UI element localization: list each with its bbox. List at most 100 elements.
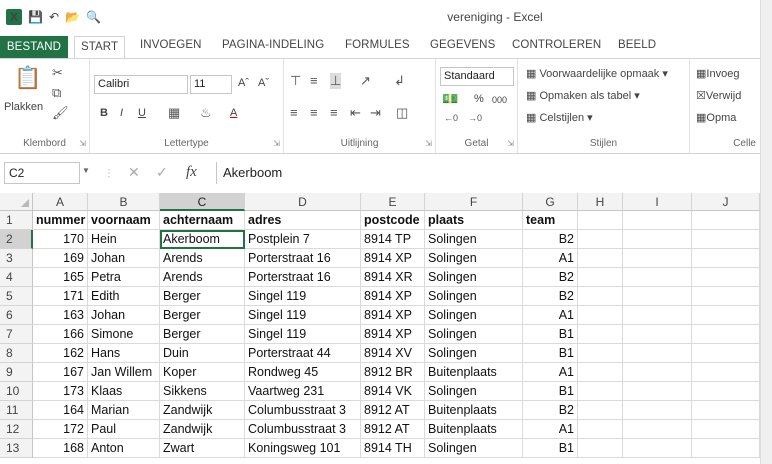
table-cell[interactable]: Arends <box>160 268 245 287</box>
table-cell[interactable]: Columbusstraat 3 <box>245 401 361 420</box>
row-header[interactable]: 11 <box>0 401 33 420</box>
merge-center-icon[interactable]: ◫ <box>396 105 408 121</box>
table-cell[interactable]: Porterstraat 16 <box>245 249 361 268</box>
grow-font-button[interactable]: Aˆ <box>238 77 249 89</box>
table-header-cell[interactable]: voornaam <box>88 211 160 230</box>
paste-button[interactable]: Plakken <box>4 101 43 113</box>
table-header-cell[interactable]: nummer <box>33 211 88 230</box>
table-cell[interactable]: Klaas <box>88 382 160 401</box>
table-cell[interactable]: Porterstraat 44 <box>245 344 361 363</box>
table-cell[interactable]: 8914 XP <box>361 249 425 268</box>
vertical-scrollbar[interactable] <box>760 0 772 464</box>
table-cell[interactable]: Koper <box>160 363 245 382</box>
table-cell[interactable]: Sikkens <box>160 382 245 401</box>
row-header[interactable]: 2 <box>0 230 33 249</box>
row-header[interactable]: 10 <box>0 382 33 401</box>
table-cell[interactable] <box>623 420 692 439</box>
table-cell[interactable]: Zandwijk <box>160 401 245 420</box>
table-cell[interactable]: Solingen <box>425 325 523 344</box>
font-size-select[interactable]: 11 <box>190 75 232 94</box>
table-cell[interactable] <box>692 268 760 287</box>
cancel-icon[interactable]: ✕ <box>128 164 140 181</box>
table-cell[interactable]: 162 <box>33 344 88 363</box>
table-cell[interactable] <box>623 401 692 420</box>
table-cell[interactable]: Solingen <box>425 439 523 458</box>
table-cell[interactable]: 166 <box>33 325 88 344</box>
table-cell[interactable]: Buitenplaats <box>425 401 523 420</box>
select-all-button[interactable] <box>0 193 33 211</box>
table-cell[interactable] <box>692 306 760 325</box>
table-header-cell[interactable]: plaats <box>425 211 523 230</box>
table-cell[interactable] <box>692 230 760 249</box>
tab-invoegen[interactable]: INVOEGEN <box>140 39 202 51</box>
orientation-icon[interactable]: ↗ <box>360 73 371 89</box>
table-cell[interactable]: Solingen <box>425 382 523 401</box>
table-cell[interactable]: Petra <box>88 268 160 287</box>
table-header-cell[interactable]: achternaam <box>160 211 245 230</box>
conditional-formatting-button[interactable]: ▦ Voorwaardelijke opmaak ▾ <box>526 67 668 80</box>
table-cell[interactable] <box>578 401 623 420</box>
table-cell[interactable]: 169 <box>33 249 88 268</box>
font-name-select[interactable]: Calibri <box>94 75 188 94</box>
table-cell[interactable] <box>623 268 692 287</box>
table-cell[interactable] <box>578 268 623 287</box>
table-cell[interactable] <box>623 382 692 401</box>
table-cell[interactable] <box>692 325 760 344</box>
table-cell[interactable] <box>623 249 692 268</box>
tab-formules[interactable]: FORMULES <box>345 39 410 51</box>
cell-styles-button[interactable]: ▦ Celstijlen ▾ <box>526 111 593 124</box>
tab-bestand[interactable]: BESTAND <box>0 36 68 58</box>
decrease-indent-icon[interactable]: ⇤ <box>350 105 361 121</box>
table-cell[interactable] <box>578 306 623 325</box>
table-cell[interactable] <box>623 230 692 249</box>
table-cell[interactable]: Edith <box>88 287 160 306</box>
table-cell[interactable]: Vaartweg 231 <box>245 382 361 401</box>
borders-icon[interactable]: ▦ <box>168 105 180 121</box>
table-cell[interactable]: 8914 XP <box>361 287 425 306</box>
table-cell[interactable]: Solingen <box>425 230 523 249</box>
table-cell[interactable] <box>578 230 623 249</box>
column-header-b[interactable]: B <box>88 193 160 211</box>
table-header-cell[interactable] <box>623 211 692 230</box>
table-cell[interactable]: 8914 TP <box>361 230 425 249</box>
table-cell[interactable]: Singel 119 <box>245 325 361 344</box>
table-cell[interactable]: Anton <box>88 439 160 458</box>
row-header[interactable]: 5 <box>0 287 33 306</box>
launcher-icon[interactable]: ⇲ <box>273 139 280 148</box>
table-header-cell[interactable] <box>578 211 623 230</box>
table-header-cell[interactable] <box>692 211 760 230</box>
table-cell[interactable] <box>692 439 760 458</box>
table-cell[interactable]: Solingen <box>425 306 523 325</box>
row-header[interactable]: 3 <box>0 249 33 268</box>
column-header-a[interactable]: A <box>33 193 88 211</box>
table-header-cell[interactable]: team <box>523 211 578 230</box>
shrink-font-button[interactable]: Aˇ <box>258 77 269 89</box>
number-format-select[interactable]: Standaard <box>440 67 514 86</box>
fill-color-icon[interactable]: ♨ <box>200 105 212 121</box>
table-cell[interactable] <box>623 306 692 325</box>
table-cell[interactable]: Johan <box>88 306 160 325</box>
delete-cells-button[interactable]: ☒Verwijd <box>696 89 741 102</box>
table-cell[interactable]: 8912 AT <box>361 420 425 439</box>
chevron-down-icon[interactable]: ▼ <box>82 166 90 175</box>
table-cell[interactable]: Arends <box>160 249 245 268</box>
table-cell[interactable] <box>578 439 623 458</box>
table-cell[interactable]: 8914 VK <box>361 382 425 401</box>
table-cell[interactable]: Koningsweg 101 <box>245 439 361 458</box>
table-cell[interactable]: Solingen <box>425 249 523 268</box>
table-cell[interactable]: Simone <box>88 325 160 344</box>
table-cell[interactable]: B1 <box>523 382 578 401</box>
table-cell[interactable] <box>578 249 623 268</box>
table-cell[interactable]: Solingen <box>425 287 523 306</box>
table-cell[interactable]: 8914 TH <box>361 439 425 458</box>
table-cell[interactable] <box>578 344 623 363</box>
row-header[interactable]: 9 <box>0 363 33 382</box>
table-header-cell[interactable]: postcode <box>361 211 425 230</box>
format-painter-icon[interactable]: 🖌 <box>52 105 69 121</box>
table-cell[interactable] <box>692 249 760 268</box>
table-cell[interactable]: 8912 AT <box>361 401 425 420</box>
table-cell[interactable] <box>692 420 760 439</box>
table-cell[interactable] <box>623 325 692 344</box>
table-cell[interactable] <box>578 420 623 439</box>
tab-gegevens[interactable]: GEGEVENS <box>430 39 495 51</box>
